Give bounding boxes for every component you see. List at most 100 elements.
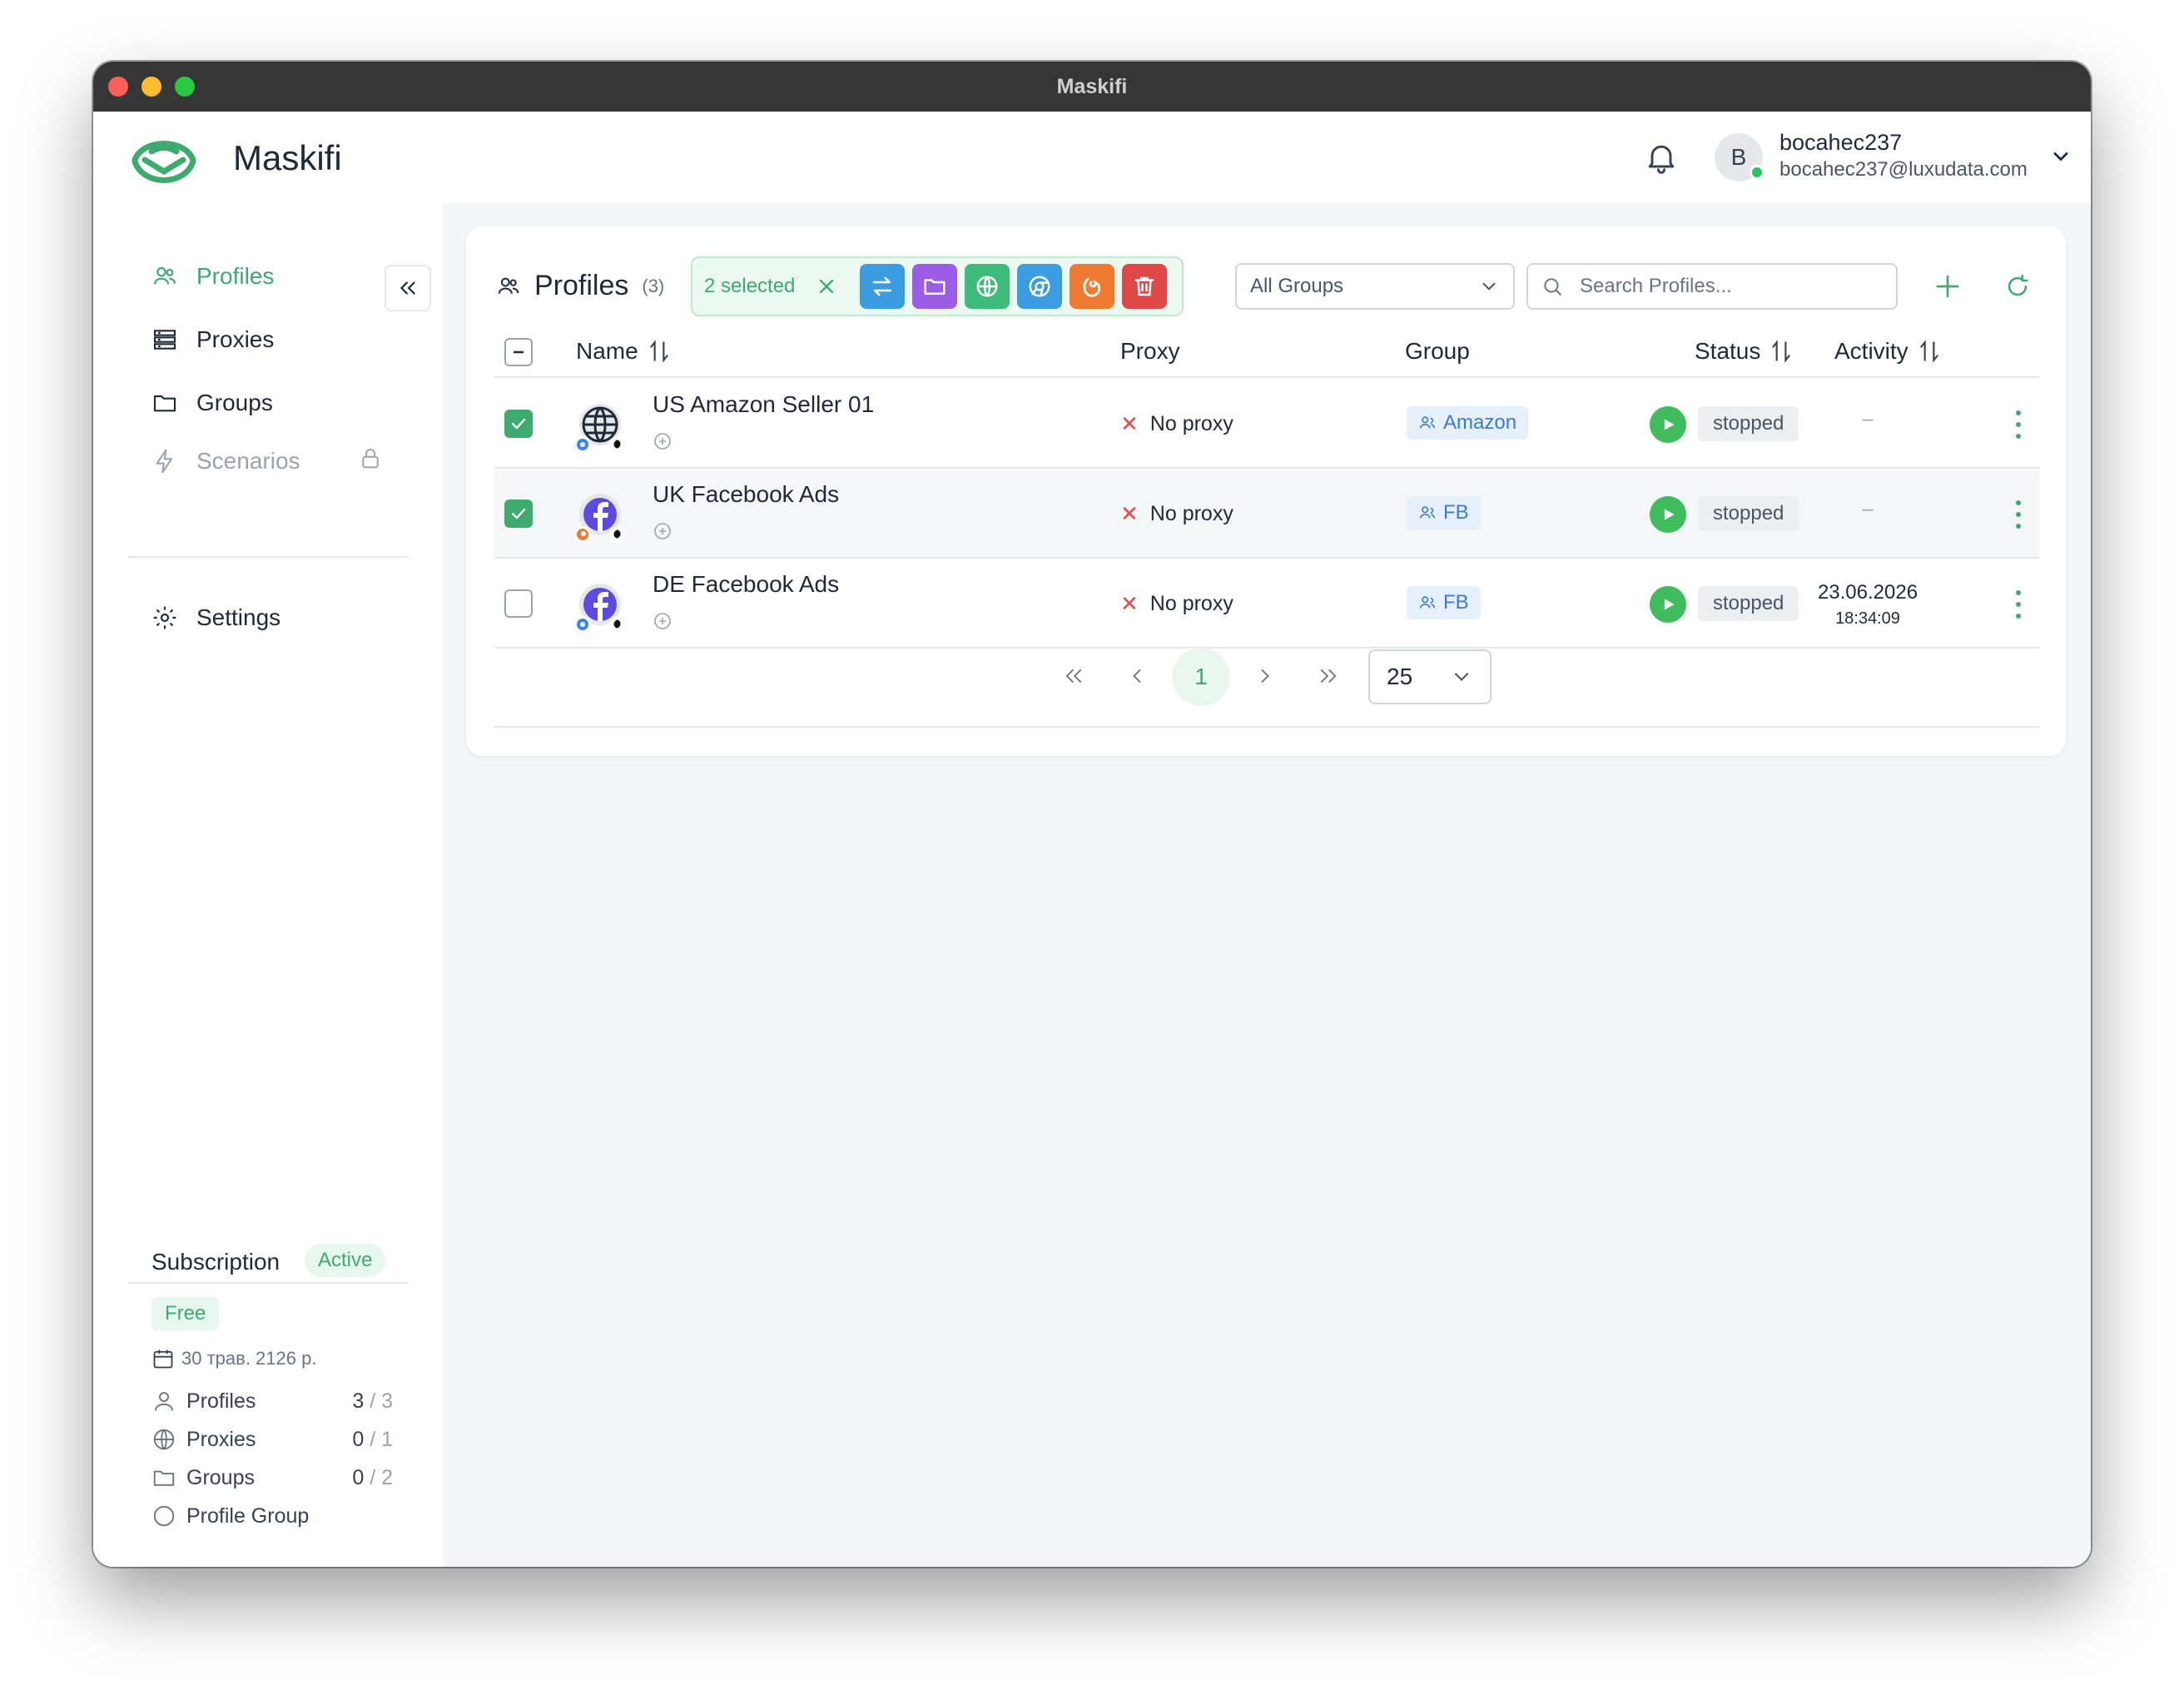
activity-time: 18:34:09 (1835, 609, 1900, 628)
limit-used: 3 (352, 1389, 365, 1413)
search-input[interactable] (1580, 275, 1879, 298)
last-page-button[interactable] (1305, 653, 1352, 699)
activity-cell: 23.06.2026 18:34:09 (1809, 581, 1926, 629)
table-row[interactable]: US Amazon Seller 01 ✕ No proxy Amazon sto… (494, 380, 2039, 469)
limit-max: / 3 (370, 1389, 393, 1413)
proxy-cell: ✕ No proxy (1120, 411, 1233, 437)
limit-label: Profile Group (186, 1504, 310, 1528)
sidebar-item-scenarios[interactable]: Scenarios (151, 448, 300, 475)
online-status-dot (1750, 165, 1765, 180)
sidebar-item-profiles[interactable]: Profiles (151, 263, 274, 290)
add-profile-button[interactable] (1929, 268, 1966, 305)
first-page-button[interactable] (1050, 653, 1097, 699)
column-name[interactable]: Name (576, 338, 670, 365)
proxy-text: No proxy (1149, 502, 1233, 525)
move-profiles-button[interactable] (860, 264, 906, 309)
users-icon (153, 266, 176, 285)
start-profile-button[interactable] (1650, 496, 1686, 533)
page-button-current[interactable]: 1 (1172, 648, 1230, 706)
profile-count: (3) (642, 275, 665, 296)
clear-selection-icon[interactable] (815, 275, 838, 298)
maximize-window-button[interactable] (175, 77, 195, 97)
per-page-value: 25 (1387, 664, 1413, 689)
minus-icon (514, 350, 524, 354)
gear-icon (153, 606, 176, 629)
group-badge: FB (1407, 496, 1481, 529)
collapse-sidebar-button[interactable] (385, 265, 431, 311)
assign-proxy-button[interactable] (965, 264, 1010, 309)
user-avatar[interactable]: B (1715, 133, 1765, 181)
select-all-checkbox[interactable] (504, 338, 533, 366)
next-page-button[interactable] (1242, 653, 1288, 699)
row-checkbox[interactable] (504, 410, 533, 438)
group-filter-value: All Groups (1250, 275, 1344, 297)
user-name[interactable]: bocahec237 (1779, 130, 1902, 156)
per-page-select[interactable]: 25 (1368, 649, 1492, 704)
group-badge: FB (1407, 586, 1481, 619)
sidebar-divider (128, 556, 408, 558)
sidebar-item-settings[interactable]: Settings (151, 604, 280, 631)
bell-icon[interactable] (1643, 138, 1680, 176)
limit-max: / 2 (370, 1465, 393, 1489)
add-tag-icon[interactable] (653, 431, 673, 451)
more-options-icon[interactable] (2014, 408, 2023, 441)
window-title: Maskifi (1056, 74, 1128, 98)
group-name: FB (1443, 591, 1469, 614)
limit-label: Profiles (186, 1389, 256, 1413)
group-filter-select[interactable]: All Groups (1235, 263, 1515, 310)
start-profile-button[interactable] (1650, 406, 1686, 443)
search-box (1526, 263, 1898, 310)
column-activity[interactable]: Activity (1834, 338, 1940, 365)
lock-icon (362, 449, 379, 469)
delete-profiles-button[interactable] (1122, 264, 1168, 309)
folder-icon (153, 1470, 175, 1486)
check-icon (511, 508, 526, 519)
page-title: Profiles (534, 270, 629, 301)
chevron-down-icon[interactable] (2049, 145, 2072, 168)
start-profile-button[interactable] (1650, 586, 1686, 623)
more-options-icon[interactable] (2014, 498, 2023, 531)
chrome-icon (1029, 276, 1050, 297)
more-options-icon[interactable] (2014, 588, 2023, 621)
chevron-down-icon (1454, 673, 1469, 681)
limit-groups: Groups 0 / 2 (151, 1465, 393, 1490)
chevron-down-icon (1482, 282, 1496, 291)
assign-group-button[interactable] (912, 264, 958, 309)
sidebar-item-proxies[interactable]: Proxies (151, 326, 274, 353)
column-activity-label: Activity (1834, 338, 1909, 364)
minimize-window-button[interactable] (141, 77, 161, 97)
search-icon (1544, 278, 1561, 296)
proxy-cell: ✕ No proxy (1120, 501, 1233, 527)
x-icon: ✕ (1120, 501, 1139, 526)
close-window-button[interactable] (108, 77, 128, 97)
add-tag-icon[interactable] (653, 521, 673, 541)
limit-profiles: Profiles 3 / 3 (151, 1389, 393, 1414)
table-row[interactable]: DE Facebook Ads ✕ No proxy FB stopped 23.… (494, 559, 2039, 649)
sidebar-item-label: Groups (196, 390, 273, 415)
play-icon (1664, 509, 1675, 520)
circle-icon (153, 1505, 175, 1527)
profile-name[interactable]: DE Facebook Ads (653, 571, 839, 598)
add-tag-icon[interactable] (653, 611, 673, 631)
refresh-button[interactable] (1999, 268, 2036, 305)
user-email: bocahec237@luxudata.com (1779, 158, 2028, 181)
profile-name[interactable]: UK Facebook Ads (653, 481, 839, 508)
sidebar-item-groups[interactable]: Groups (151, 390, 273, 416)
sidebar-item-label: Scenarios (196, 448, 300, 474)
sort-icon (649, 340, 668, 363)
table-row[interactable]: UK Facebook Ads ✕ No proxy FB stopped – (494, 470, 2039, 559)
row-checkbox[interactable] (504, 589, 533, 618)
set-chrome-button[interactable] (1017, 264, 1063, 309)
trash-icon (1135, 276, 1154, 296)
profile-name[interactable]: US Amazon Seller 01 (653, 391, 874, 418)
sidebar-item-label: Proxies (196, 326, 275, 352)
previous-page-button[interactable] (1114, 653, 1160, 699)
firefox-icon (1083, 277, 1101, 297)
column-status[interactable]: Status (1695, 338, 1792, 365)
table-header: Name Proxy Group Status Activity (494, 330, 2039, 378)
row-checkbox[interactable] (504, 500, 533, 528)
set-firefox-button[interactable] (1070, 264, 1115, 309)
proxy-cell: ✕ No proxy (1120, 591, 1233, 617)
sidebar-item-label: Settings (196, 604, 281, 630)
chevrons-left-icon (1065, 669, 1082, 683)
